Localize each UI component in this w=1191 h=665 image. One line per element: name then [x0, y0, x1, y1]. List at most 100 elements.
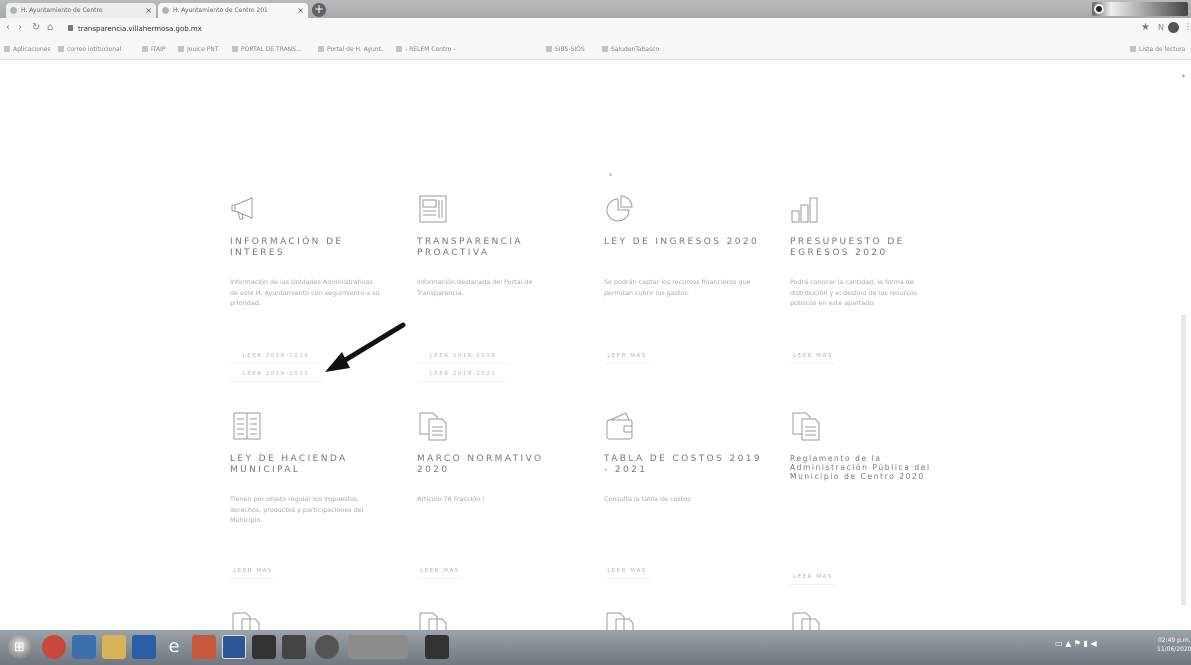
card-title: MARCO NORMATIVO 2020 — [417, 454, 544, 475]
page-icon — [602, 46, 608, 52]
card-title: INFORMACIÓN DE INTERES — [230, 237, 344, 258]
lock-icon — [68, 25, 73, 31]
read-more-button[interactable]: LEER MAS — [790, 349, 836, 364]
bookmark-item[interactable]: - RELEM Centro - — [396, 46, 455, 53]
document-lines-icon — [233, 412, 261, 440]
card-description: Se podrán captar los recursos financiero… — [604, 278, 751, 297]
extension-icon[interactable]: N — [1158, 23, 1164, 32]
new-tab-button[interactable]: + — [312, 3, 326, 17]
apps-icon — [4, 46, 10, 52]
page-icon — [142, 46, 148, 52]
megaphone-icon — [231, 197, 253, 220]
copy-icon — [792, 412, 820, 441]
copy-icon — [419, 612, 447, 630]
tab-title: H. Ayuntamiento de Centro 201 — [173, 7, 268, 14]
reading-list[interactable]: Lista de lectura — [1130, 46, 1185, 53]
app-icon[interactable] — [282, 635, 306, 659]
bar-chart-icon — [791, 197, 818, 223]
avatar[interactable] — [1168, 22, 1179, 33]
page-icon — [178, 46, 184, 52]
system-tray[interactable]: ▭ ▲ ⚑ ▮ ◀ — [1055, 639, 1097, 648]
media-player-icon[interactable] — [72, 635, 96, 659]
card-title: LEY DE INGRESOS 2020 — [604, 237, 760, 247]
taskbar: ⊞ e ▭ ▲ ⚑ ▮ ◀ 02:49 p.m. 11/06/2020 — [0, 630, 1191, 665]
card-title: TRANSPARENCIA PROACTIVA — [417, 237, 523, 258]
bookmark-item[interactable]: Aplicaciones — [4, 46, 50, 53]
app-icon[interactable] — [252, 635, 276, 659]
newspaper-icon — [419, 195, 447, 223]
bookmark-item[interactable]: correo intitucional — [58, 46, 121, 53]
card-title: TABLA DE COSTOS 2019 - 2021 — [604, 454, 762, 475]
copy-icon — [419, 412, 447, 441]
bookmark-star-icon[interactable]: ★ — [1141, 22, 1150, 33]
folder-icon[interactable] — [102, 635, 126, 659]
scrollbar[interactable] — [1181, 315, 1186, 605]
annotation-arrow — [325, 322, 406, 372]
card-title: LEY DE HACIENDA MUNICIPAL — [230, 454, 348, 475]
profile-icon[interactable] — [1094, 4, 1104, 14]
internet-explorer-icon[interactable]: e — [162, 635, 186, 659]
tab-favicon-icon — [162, 7, 169, 14]
read-more-button[interactable]: LEER MAS — [604, 564, 650, 579]
back-icon[interactable]: ‹ — [6, 22, 10, 33]
clock[interactable]: 02:49 p.m. 11/06/2020 — [1157, 636, 1191, 654]
pie-chart-icon — [606, 195, 633, 222]
read-2019-2021-button[interactable]: LEER 2019-2021 — [230, 367, 322, 382]
close-tab-icon[interactable]: × — [145, 6, 152, 15]
chrome-icon[interactable] — [42, 635, 66, 659]
browser-tabstrip: H. Ayuntamiento de Centro × H. Ayuntamie… — [0, 0, 1191, 18]
reading-list-icon — [1130, 46, 1136, 52]
bookmarks-bar: Aplicaciones correo intitucional ITAIP J… — [0, 42, 1191, 60]
wallet-icon — [606, 412, 633, 440]
read-2018-2019-button[interactable]: LEER 2018-2019 — [417, 349, 509, 364]
read-2018-2019-button[interactable]: LEER 2018-2019 — [230, 349, 322, 364]
card-description: Consulta la tabla de costos — [604, 495, 691, 503]
clock-date: 11/06/2020 — [1157, 646, 1191, 653]
tab-title: H. Ayuntamiento de Centro — [21, 7, 103, 14]
app-icon[interactable] — [425, 635, 449, 659]
copy-icon — [606, 612, 634, 630]
page-icon — [58, 46, 64, 52]
app-icon[interactable] — [348, 635, 408, 659]
bookmark-item[interactable]: SaludenTabasco — [602, 46, 659, 53]
clock-time: 02:49 p.m. — [1157, 637, 1191, 644]
browser-tab-2[interactable]: H. Ayuntamiento de Centro 201 × — [158, 3, 308, 18]
read-more-button[interactable]: LEER MAS — [417, 564, 463, 579]
read-more-button[interactable]: LEER MAS — [230, 564, 276, 579]
read-more-button[interactable]: LEER MAS — [790, 570, 836, 585]
address-bar[interactable]: transparencia.villahermosa.gob.mx — [78, 25, 202, 33]
card-description: Artículo 76 Fracción I — [417, 495, 485, 503]
bookmark-item[interactable]: SIBS-SIOS — [546, 46, 585, 53]
page-icon — [318, 46, 324, 52]
card-title: PRESUPUESTO DE EGRESOS 2020 — [790, 237, 905, 258]
window-controls[interactable] — [1092, 2, 1188, 16]
reload-icon[interactable]: ↻ — [32, 22, 40, 33]
copy-icon — [792, 612, 820, 630]
page-icon — [232, 46, 238, 52]
card-description: Información destacada del Portal de Tran… — [417, 278, 533, 297]
forward-icon[interactable]: › — [18, 22, 22, 33]
decorative-dot — [609, 173, 612, 176]
menu-dots-icon[interactable]: ⋮ — [1184, 22, 1191, 31]
start-button[interactable]: ⊞ — [6, 634, 33, 661]
card-title: Reglamento de la Administración Pública … — [790, 454, 931, 481]
tab-favicon-icon — [10, 7, 17, 14]
read-2019-2021-button[interactable]: LEER 2019-2021 — [417, 367, 509, 382]
copy-icon — [232, 612, 260, 630]
scroll-up-icon[interactable]: ▴ — [1182, 72, 1185, 79]
home-icon[interactable]: ⌂ — [47, 22, 53, 33]
bookmark-item[interactable]: Jouice PNT — [178, 46, 219, 53]
browser-toolbar: ‹ › ↻ ⌂ transparencia.villahermosa.gob.m… — [0, 18, 1191, 42]
outlook-icon[interactable] — [132, 635, 156, 659]
app-icon[interactable] — [315, 635, 339, 659]
card-description: Podrá conocer la cantidad, la forma de d… — [790, 278, 917, 307]
page-icon — [546, 46, 552, 52]
close-tab-icon[interactable]: × — [297, 6, 304, 15]
bookmark-item[interactable]: Portal de H. Ayunt.. — [318, 46, 385, 53]
browser-tab-1[interactable]: H. Ayuntamiento de Centro × — [6, 3, 156, 18]
powerpoint-icon[interactable] — [192, 635, 216, 659]
bookmark-item[interactable]: PORTAL DE TRANS... — [232, 46, 302, 53]
bookmark-item[interactable]: ITAIP — [142, 46, 165, 53]
word-icon[interactable] — [222, 635, 246, 659]
read-more-button[interactable]: LEER MAS — [604, 349, 650, 364]
